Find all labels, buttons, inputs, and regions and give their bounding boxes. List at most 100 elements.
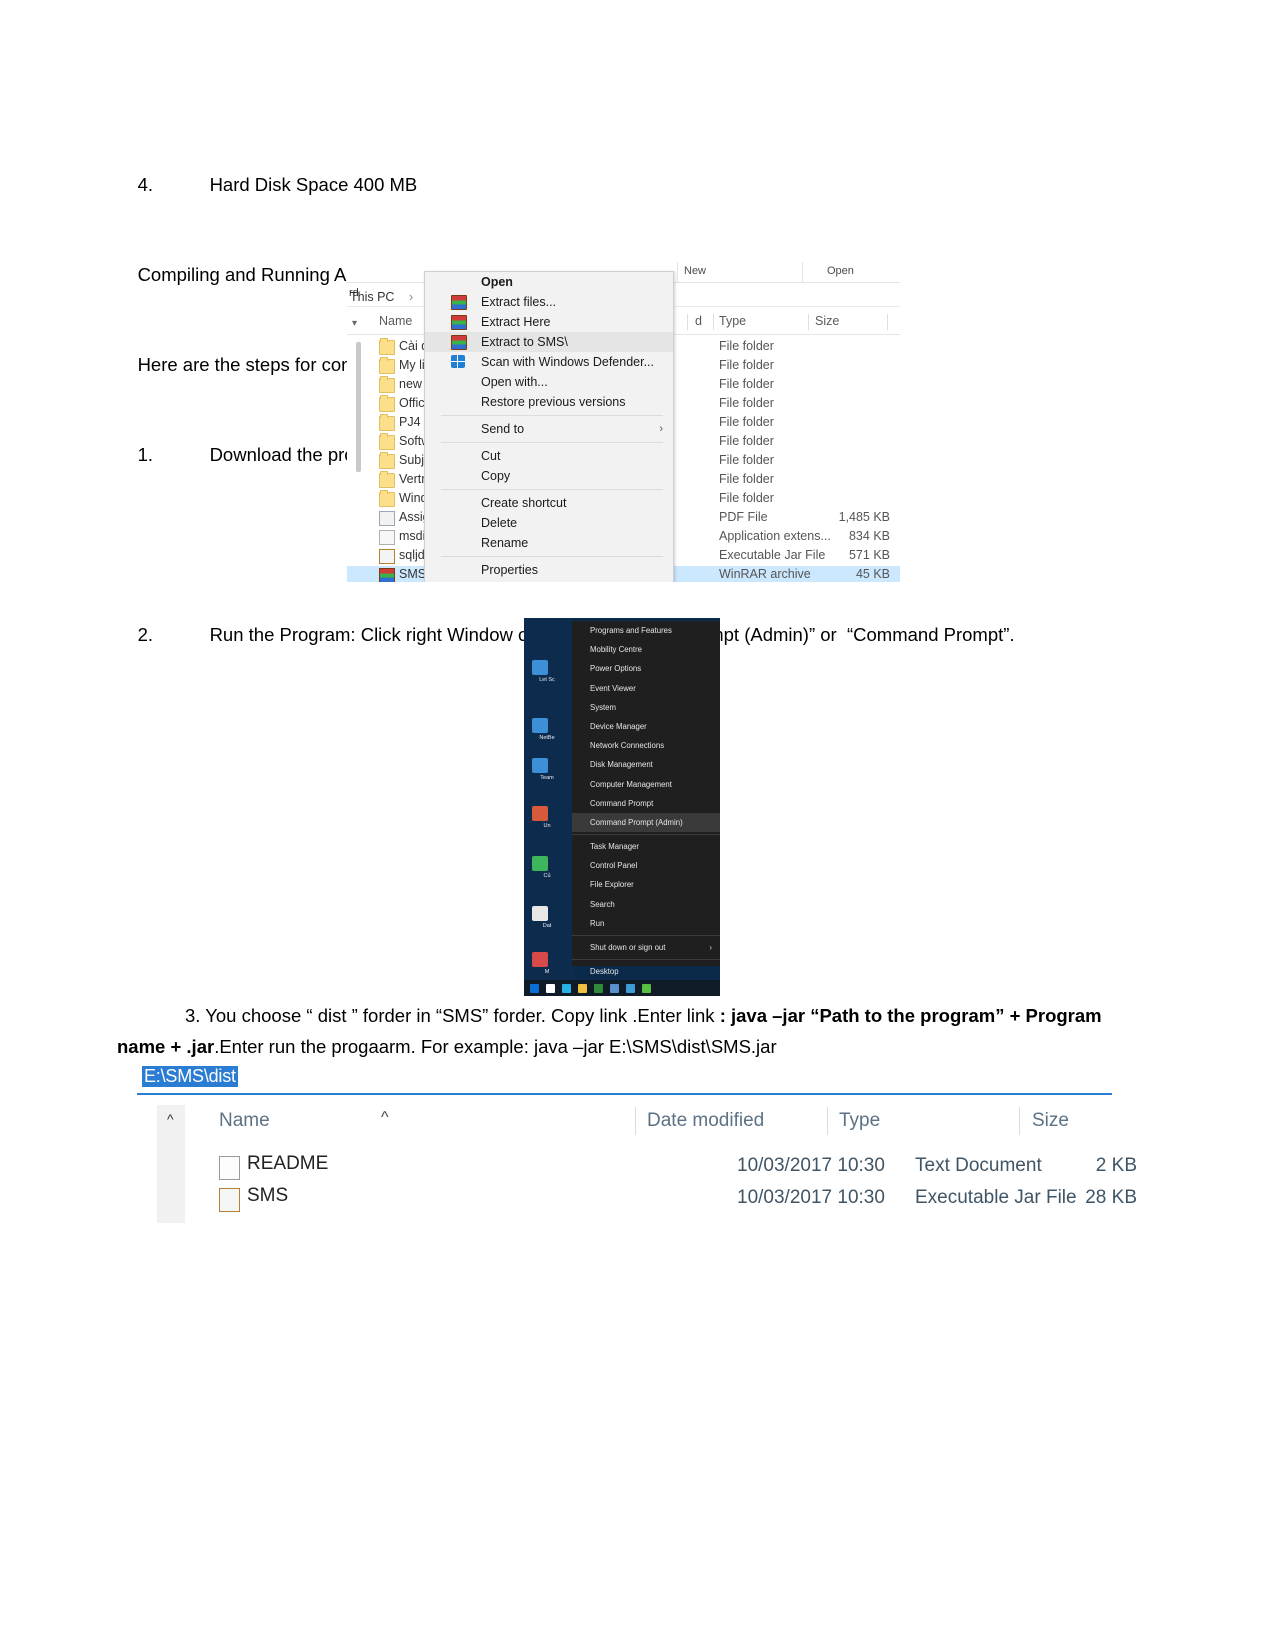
winrar-icon	[379, 568, 395, 582]
menu-item-label: Desktop	[590, 967, 619, 977]
winrar-icon	[451, 295, 467, 310]
power-menu-item[interactable]: System	[572, 698, 720, 717]
power-menu-item[interactable]: Task Manager	[572, 837, 720, 856]
menu-separator	[441, 489, 663, 490]
table-row[interactable]: SMS 10/03/2017 10:30 Executable Jar File 28…	[137, 1185, 1137, 1217]
desktop-icon[interactable]	[532, 718, 548, 733]
taskbar-icon[interactable]	[610, 983, 619, 993]
menu-item-label: Run	[590, 918, 605, 928]
column-header-type[interactable]: Type	[719, 314, 746, 328]
file-type: Application extens...	[719, 529, 831, 543]
context-menu-item[interactable]: Extract Here	[425, 312, 673, 332]
power-menu-item[interactable]: Event Viewer	[572, 679, 720, 698]
folder-icon	[379, 395, 395, 412]
explorer-context-menu[interactable]: Open Extract files... Extract Here Extract …	[424, 271, 674, 582]
folder-icon	[379, 452, 395, 469]
power-menu-item[interactable]: Run	[572, 914, 720, 933]
desktop-icon[interactable]	[532, 906, 548, 921]
desktop-icon-label: M	[544, 969, 550, 975]
taskbar[interactable]	[524, 980, 720, 996]
doc-step-3-wrap: 3. You choose “ dist ” forder in “SMS” f…	[117, 1000, 1129, 1062]
folder-icon	[379, 338, 395, 355]
power-menu-item[interactable]: File Explorer	[572, 875, 720, 894]
menu-item-label: Command Prompt	[590, 798, 654, 808]
dist-column-headers: Name Date modified Type Size	[137, 1105, 1112, 1141]
power-menu-item[interactable]: Command Prompt	[572, 794, 720, 813]
context-menu-item[interactable]: Extract to SMS\	[425, 332, 673, 352]
column-header-type[interactable]: Type	[839, 1110, 880, 1132]
power-menu-item[interactable]: Command Prompt (Admin)	[572, 812, 720, 833]
power-menu-item[interactable]: Search	[572, 895, 720, 914]
context-menu-item[interactable]: Open	[425, 272, 673, 292]
power-menu-item[interactable]: Shut down or sign out ›	[572, 938, 720, 957]
context-menu-item[interactable]: Extract files...	[425, 292, 673, 312]
desktop-icon-label: Let Sc	[539, 677, 555, 683]
power-menu-item[interactable]: Network Connections	[572, 736, 720, 755]
column-header-date[interactable]: Date modified	[647, 1110, 764, 1132]
taskbar-icon[interactable]	[626, 983, 635, 993]
list-text: Hard Disk Space 400 MB	[209, 174, 418, 195]
power-menu-item[interactable]: Control Panel	[572, 856, 720, 875]
file-type: File folder	[719, 415, 774, 429]
breadcrumb-this-pc[interactable]: This PC	[350, 290, 394, 304]
table-row[interactable]: README 10/03/2017 10:30 Text Document 2 KB	[137, 1153, 1137, 1185]
column-header-size[interactable]: Size	[815, 314, 839, 328]
desktop-icon[interactable]	[532, 806, 548, 821]
context-menu-item[interactable]: Create shortcut	[425, 493, 673, 513]
step3-bold1: : java –jar “Path to the program” +	[719, 1005, 1026, 1026]
menu-separator	[572, 935, 720, 936]
menu-item-label: Disk Management	[590, 760, 653, 770]
power-menu-item[interactable]: Programs and Features	[572, 621, 720, 640]
context-menu-item[interactable]: Delete	[425, 513, 673, 533]
desktop-icon-label: Dat	[542, 923, 552, 929]
address-bar-value[interactable]: E:\SMS\dist	[142, 1066, 238, 1087]
context-menu-item[interactable]: Rename	[425, 533, 673, 553]
menu-item-label: Send to	[481, 422, 525, 436]
dll-icon	[379, 530, 395, 545]
column-header-name[interactable]: Name	[219, 1110, 270, 1132]
step3-part1: 3. You choose “ dist ” forder in “SMS” f…	[185, 1005, 720, 1026]
context-menu-item[interactable]: Properties	[425, 560, 673, 580]
power-menu-item[interactable]: Computer Management	[572, 775, 720, 794]
folder-icon	[379, 471, 395, 488]
taskbar-icon[interactable]	[578, 983, 587, 993]
context-menu-item[interactable]: Send to ›	[425, 419, 673, 439]
folder-icon	[379, 433, 395, 450]
ribbon-new-label[interactable]: New	[684, 265, 706, 277]
power-menu-item[interactable]: Mobility Centre	[572, 640, 720, 659]
jar-file-icon	[219, 1188, 240, 1212]
column-header-size[interactable]: Size	[1032, 1110, 1069, 1132]
context-menu-item[interactable]: Restore previous versions	[425, 392, 673, 412]
taskbar-icon[interactable]	[642, 983, 651, 993]
desktop-icon[interactable]	[532, 952, 548, 967]
sort-ascending-icon[interactable]: ^	[381, 1109, 389, 1127]
folder-icon	[379, 490, 395, 507]
context-menu-item[interactable]: Scan with Windows Defender...	[425, 352, 673, 372]
desktop-icon[interactable]	[532, 758, 548, 773]
column-header-date[interactable]: d	[695, 314, 702, 328]
context-menu-item[interactable]: Open with...	[425, 372, 673, 392]
file-name: README	[247, 1153, 329, 1174]
menu-item-label: Restore previous versions	[481, 395, 626, 409]
power-menu-item[interactable]: Device Manager	[572, 717, 720, 736]
taskbar-icon[interactable]	[594, 983, 603, 993]
power-menu-item[interactable]: Power Options	[572, 659, 720, 678]
menu-separator	[572, 959, 720, 961]
file-type: File folder	[719, 491, 774, 505]
context-menu-item[interactable]: Cut	[425, 446, 673, 466]
power-menu-item[interactable]: Disk Management	[572, 755, 720, 774]
file-size: 45 KB	[855, 567, 890, 581]
desktop-icon[interactable]	[532, 856, 548, 871]
taskbar-icon[interactable]	[562, 983, 571, 993]
column-header-name[interactable]: Name	[379, 314, 412, 328]
context-menu-item[interactable]: Copy	[425, 466, 673, 486]
menu-item-label: Scan with Windows Defender...	[481, 355, 654, 369]
power-user-menu[interactable]: Programs and Features Mobility Centre Powe…	[572, 621, 720, 976]
power-menu-item[interactable]: Desktop	[572, 962, 720, 981]
menu-item-label: Event Viewer	[590, 683, 636, 693]
ribbon-open-label[interactable]: Open	[827, 265, 854, 277]
taskbar-icon[interactable]	[546, 983, 555, 993]
desktop-icon[interactable]	[532, 660, 548, 675]
taskbar-icon[interactable]	[530, 983, 539, 993]
address-bar[interactable]: E:\SMS\dist	[137, 1063, 1112, 1095]
